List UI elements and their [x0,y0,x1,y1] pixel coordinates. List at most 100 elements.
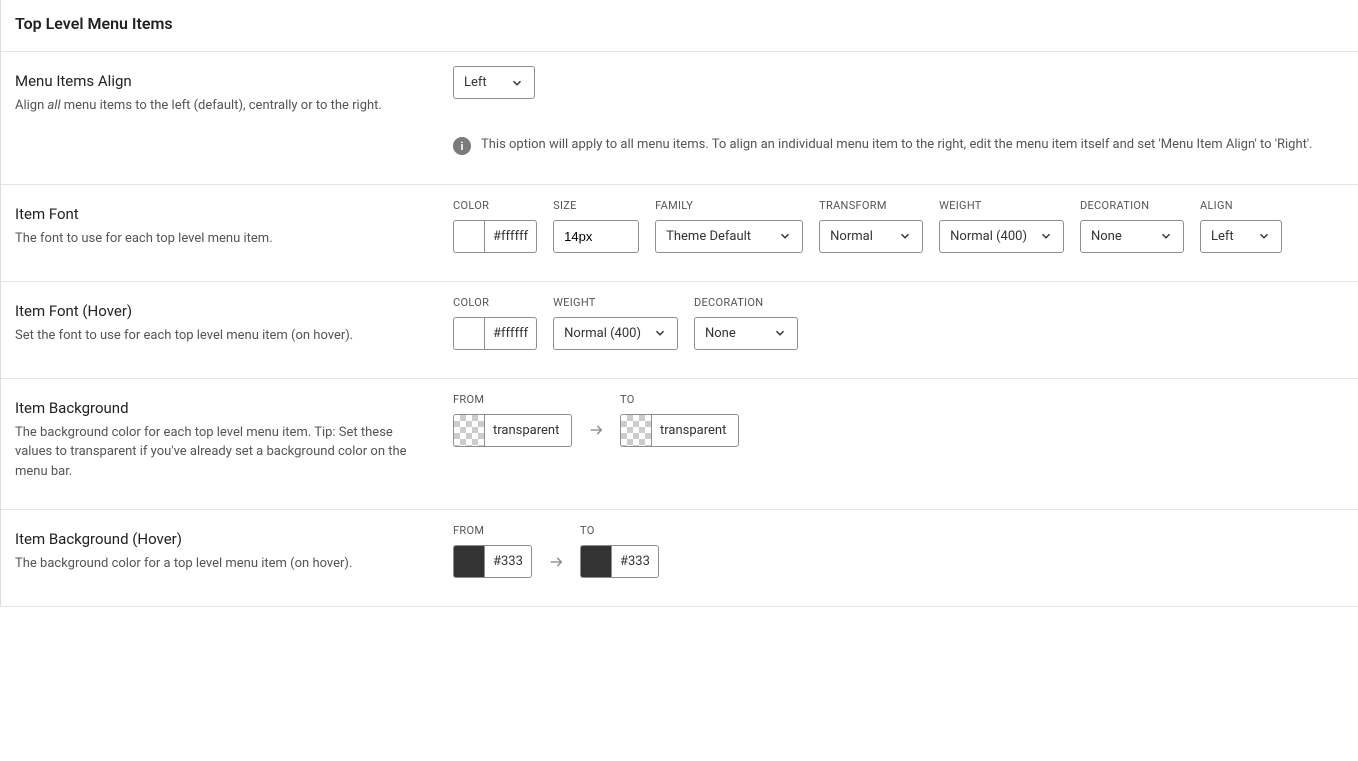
desc-pre: Align [15,98,48,113]
row-item-background-hover: Item Background (Hover) The background c… [1,510,1358,607]
field-label: FAMILY [655,199,803,212]
color-swatch[interactable] [453,545,484,578]
row-left: Item Background The background color for… [15,393,453,482]
setting-desc: Set the font to use for each top level m… [15,326,433,346]
size-input[interactable] [553,220,639,253]
field-align: ALIGN Left [1200,199,1282,253]
color-input-to[interactable]: transparent [620,414,739,447]
chevron-down-icon [773,326,787,340]
field-transform: TRANSFORM Normal [819,199,923,253]
info-icon: i [453,137,471,155]
color-input-from[interactable]: #333 [453,545,532,578]
row-left: Item Background (Hover) The background c… [15,524,453,578]
select-value: Theme Default [666,229,751,244]
setting-title: Item Background [15,399,433,417]
setting-desc: The background color for a top level men… [15,554,433,574]
color-swatch[interactable] [453,317,484,350]
chevron-down-icon [653,326,667,340]
color-input[interactable]: #ffffff [453,220,537,253]
chevron-down-icon [1159,229,1173,243]
row-left: Menu Items Align Align all menu items to… [15,66,453,156]
field-label: SIZE [553,199,639,212]
color-input-to[interactable]: #333 [580,545,659,578]
color-input-from[interactable]: transparent [453,414,572,447]
chevron-down-icon [1039,229,1053,243]
color-value[interactable]: #333 [484,545,532,578]
align-select[interactable]: Left [1200,220,1282,253]
desc-post: menu items to the left (default), centra… [61,98,382,113]
color-swatch[interactable] [453,414,484,447]
color-value[interactable]: transparent [651,414,739,447]
menu-items-align-select[interactable]: Left [453,66,535,99]
bg-group: FROM transparent TO transparent [453,393,739,447]
weight-select[interactable]: Normal (400) [939,220,1064,253]
field-decoration: DECORATION None [694,296,798,350]
color-swatch[interactable] [453,220,484,253]
family-select[interactable]: Theme Default [655,220,803,253]
arrow-right-icon [544,545,568,578]
color-value[interactable]: transparent [484,414,572,447]
field-from: FROM #333 [453,524,532,578]
select-value: Left [464,75,487,90]
row-right: Left i This option will apply to all men… [453,66,1344,156]
row-item-font-hover: Item Font (Hover) Set the font to use fo… [1,282,1358,379]
color-swatch[interactable] [580,545,611,578]
field-to: TO transparent [620,393,739,447]
color-value[interactable]: #ffffff [484,220,537,253]
field-label: COLOR [453,199,537,212]
field-weight: WEIGHT Normal (400) [939,199,1064,253]
field-family: FAMILY Theme Default [655,199,803,253]
row-left: Item Font (Hover) Set the font to use fo… [15,296,453,350]
setting-desc: Align all menu items to the left (defaul… [15,96,433,116]
info-text: This option will apply to all menu items… [481,135,1313,156]
desc-em: all [48,98,61,113]
select-value: None [705,326,736,341]
row-left: Item Font The font to use for each top l… [15,199,453,253]
row-item-background: Item Background The background color for… [1,379,1358,511]
setting-title: Item Font (Hover) [15,302,433,320]
chevron-down-icon [778,229,792,243]
arrow-right-icon [584,414,608,447]
field-to: TO #333 [580,524,659,578]
field-label: WEIGHT [553,296,678,309]
transform-select[interactable]: Normal [819,220,923,253]
field-color: COLOR #ffffff [453,296,537,350]
field-color: COLOR #ffffff [453,199,537,253]
bg-group: FROM #333 TO #333 [453,524,659,578]
field-label: WEIGHT [939,199,1064,212]
color-value[interactable]: #ffffff [484,317,537,350]
setting-desc: The font to use for each top level menu … [15,229,433,249]
decoration-select[interactable]: None [1080,220,1184,253]
row-right: FROM #333 TO #333 [453,524,1344,578]
chevron-down-icon [898,229,912,243]
select-value: Left [1211,229,1234,244]
row-right: COLOR #ffffff WEIGHT Normal (400) DECORA… [453,296,1344,350]
weight-select[interactable]: Normal (400) [553,317,678,350]
select-value: Normal (400) [564,326,641,341]
field-weight: WEIGHT Normal (400) [553,296,678,350]
field-label: FROM [453,393,572,406]
field-decoration: DECORATION None [1080,199,1184,253]
color-value[interactable]: #333 [611,545,659,578]
section-header: Top Level Menu Items [1,0,1358,52]
field-label: TO [580,524,659,537]
field-from: FROM transparent [453,393,572,447]
setting-title: Item Font [15,205,433,223]
setting-desc: The background color for each top level … [15,423,433,482]
row-right: COLOR #ffffff SIZE FAMILY Theme Default … [453,199,1344,253]
color-input[interactable]: #ffffff [453,317,537,350]
decoration-select[interactable]: None [694,317,798,350]
color-swatch[interactable] [620,414,651,447]
field-label: ALIGN [1200,199,1282,212]
section-title: Top Level Menu Items [15,14,1344,33]
chevron-down-icon [1257,229,1271,243]
field-label: TRANSFORM [819,199,923,212]
setting-title: Menu Items Align [15,72,433,90]
row-menu-items-align: Menu Items Align Align all menu items to… [1,52,1358,185]
field-size: SIZE [553,199,639,253]
select-value: Normal (400) [950,229,1027,244]
info-row: i This option will apply to all menu ite… [453,135,1313,156]
chevron-down-icon [510,76,524,90]
setting-title: Item Background (Hover) [15,530,433,548]
select-value: Normal [830,229,873,244]
